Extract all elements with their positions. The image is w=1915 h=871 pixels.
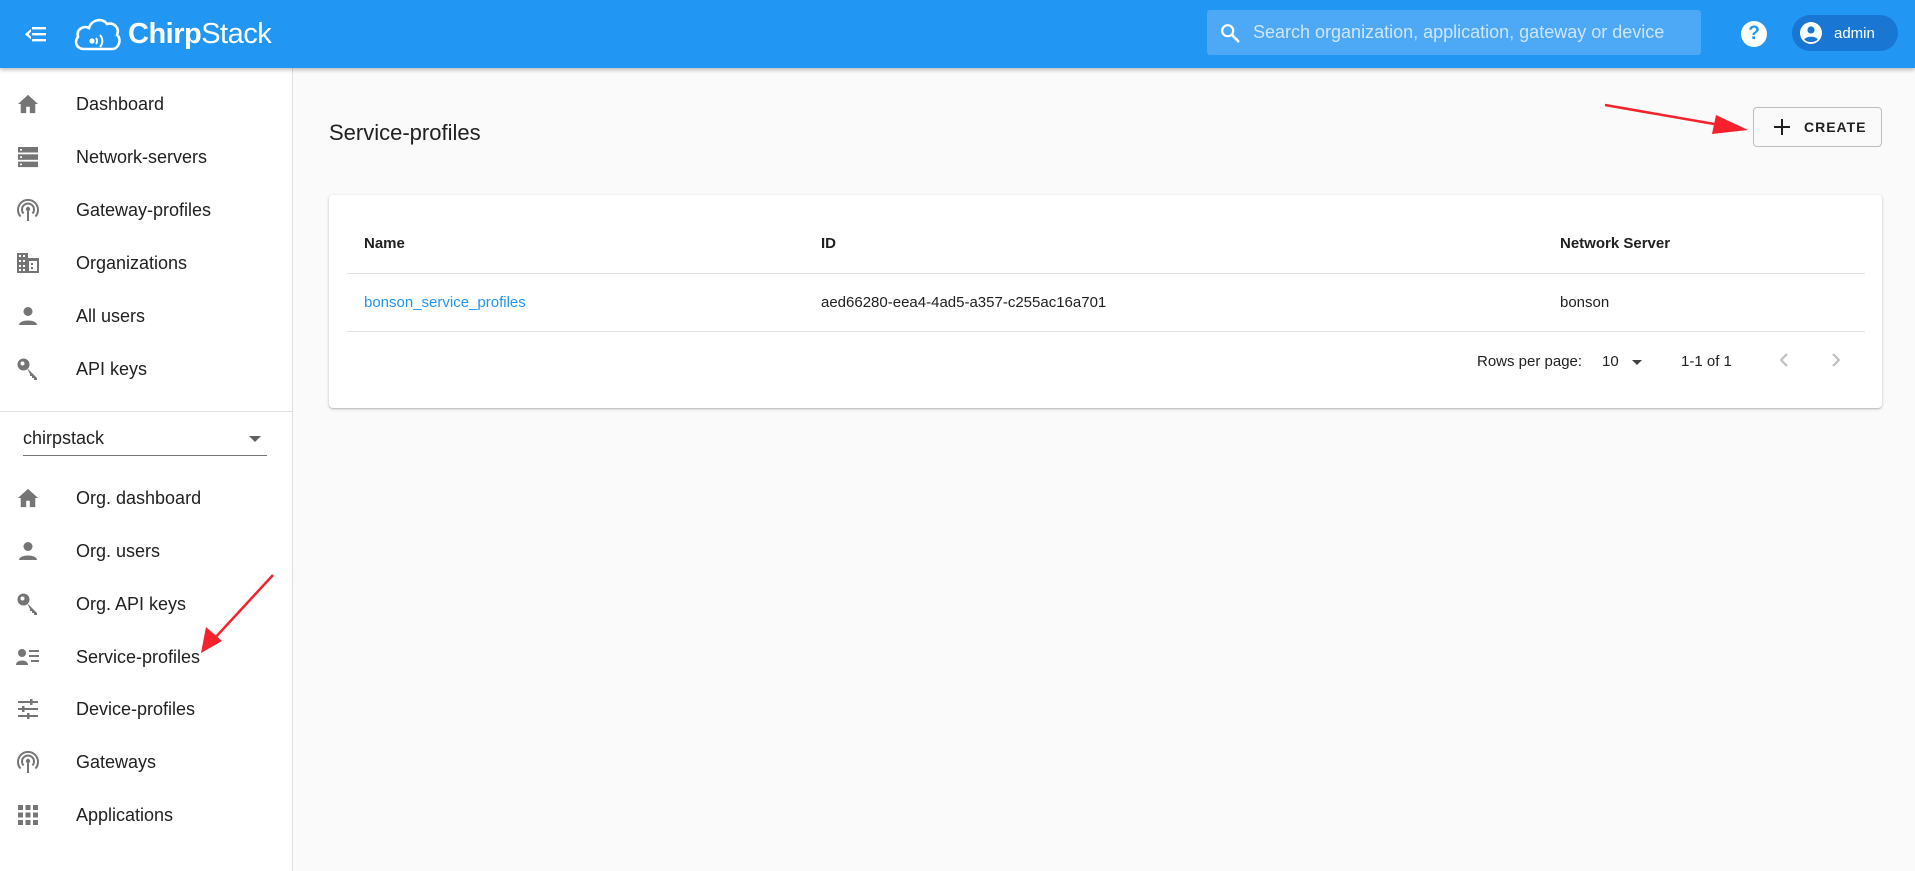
chirpstack-logo[interactable]: ChirpStack — [72, 10, 272, 58]
organization-select-value: chirpstack — [23, 428, 105, 448]
home-icon — [16, 92, 40, 116]
sidebar-item-label: Network-servers — [76, 146, 208, 167]
antenna-icon — [16, 750, 40, 774]
column-header-network-server[interactable]: Network Server — [1560, 235, 1670, 252]
service-profile-network-server: bonson — [1560, 294, 1610, 311]
sidebar-item-label: API keys — [76, 358, 148, 379]
person-icon — [16, 539, 40, 563]
pagination-range: 1-1 of 1 — [1681, 353, 1732, 370]
person-icon — [16, 304, 40, 328]
sidebar-item-label: Org. users — [76, 540, 161, 561]
sidebar-item-label: Org. API keys — [76, 593, 187, 614]
sidebar-item-label: Dashboard — [76, 93, 165, 114]
search-bar[interactable] — [1207, 10, 1701, 55]
page-title: Service-profiles — [329, 120, 481, 145]
user-name: admin — [1834, 24, 1875, 42]
chevron-left-icon — [1779, 353, 1788, 367]
service-profile-name-link[interactable]: bonson_service_profiles — [364, 294, 526, 311]
sidebar-item-api-keys[interactable]: API keys — [0, 343, 292, 395]
sidebar-item-label: Organizations — [76, 252, 188, 273]
sidebar-item-label: All users — [76, 305, 146, 326]
sidebar-item-label: Org. dashboard — [76, 487, 202, 508]
account-circle-icon — [1798, 20, 1824, 46]
search-icon — [1217, 20, 1243, 46]
create-button-label: CREATE — [1804, 119, 1867, 135]
home-icon — [16, 486, 40, 510]
organization-select[interactable]: chirpstack — [23, 424, 267, 456]
sidebar-item-organizations[interactable]: Organizations — [0, 237, 292, 289]
key-icon — [16, 592, 40, 616]
cloud-logo-icon — [74, 18, 121, 51]
arrow-to-create-icon — [1604, 103, 1748, 134]
chevron-right-icon — [1832, 353, 1841, 367]
collapse-menu-button[interactable] — [20, 20, 52, 48]
sidebar-item-device-profiles[interactable]: Device-profiles — [0, 683, 292, 735]
dropdown-arrow-icon — [249, 436, 261, 442]
help-icon[interactable]: ? — [1741, 21, 1767, 47]
apps-icon — [16, 803, 40, 827]
sidebar-item-label: Service-profiles — [76, 646, 201, 667]
sidebar-item-org-api-keys[interactable]: Org. API keys — [0, 578, 292, 630]
service-profiles-table-card: Name ID Network Server bonson_service_pr… — [329, 195, 1882, 408]
menu-open-icon — [25, 27, 46, 42]
next-page-button[interactable] — [1823, 347, 1849, 373]
sidebar-item-applications[interactable]: Applications — [0, 789, 292, 841]
sidebar-item-label: Gateways — [76, 751, 157, 772]
sidebar: Dashboard Network-servers Gateway-profil… — [0, 68, 293, 871]
row-divider — [347, 331, 1865, 332]
dropdown-arrow-icon — [1632, 360, 1642, 365]
sidebar-item-gateway-profiles[interactable]: Gateway-profiles — [0, 184, 292, 236]
sidebar-divider — [0, 411, 292, 412]
sidebar-item-label: Applications — [76, 804, 174, 825]
sidebar-item-all-users[interactable]: All users — [0, 290, 292, 342]
account-details-icon — [16, 645, 40, 669]
logo-text: ChirpStack — [128, 17, 272, 50]
key-icon — [16, 357, 40, 381]
plus-icon — [1774, 119, 1790, 135]
sidebar-item-label: Device-profiles — [76, 698, 196, 719]
app-bar: ChirpStack ? admin — [0, 0, 1915, 68]
create-button[interactable]: CREATE — [1753, 107, 1882, 147]
server-icon — [16, 145, 40, 169]
user-menu-button[interactable]: admin — [1792, 15, 1898, 51]
column-header-id[interactable]: ID — [821, 235, 836, 252]
sidebar-item-dashboard[interactable]: Dashboard — [0, 78, 292, 130]
search-input[interactable] — [1253, 22, 1693, 43]
sidebar-item-gateways[interactable]: Gateways — [0, 736, 292, 788]
sidebar-item-service-profiles[interactable]: Service-profiles — [0, 631, 292, 683]
header-divider — [347, 273, 1865, 274]
column-header-name[interactable]: Name — [364, 235, 405, 252]
sidebar-item-org-dashboard[interactable]: Org. dashboard — [0, 472, 292, 524]
rows-per-page-select[interactable]: 10 — [1602, 348, 1646, 374]
rows-per-page-label: Rows per page: — [1477, 353, 1583, 370]
antenna-icon — [16, 198, 40, 222]
sidebar-item-org-users[interactable]: Org. users — [0, 525, 292, 577]
tune-icon — [16, 697, 40, 721]
sidebar-item-network-servers[interactable]: Network-servers — [0, 131, 292, 183]
sidebar-item-label: Gateway-profiles — [76, 199, 212, 220]
service-profile-id: aed66280-eea4-4ad5-a357-c255ac16a701 — [821, 294, 1107, 311]
rows-per-page-value: 10 — [1602, 353, 1619, 370]
previous-page-button[interactable] — [1771, 347, 1797, 373]
domain-icon — [16, 251, 40, 275]
